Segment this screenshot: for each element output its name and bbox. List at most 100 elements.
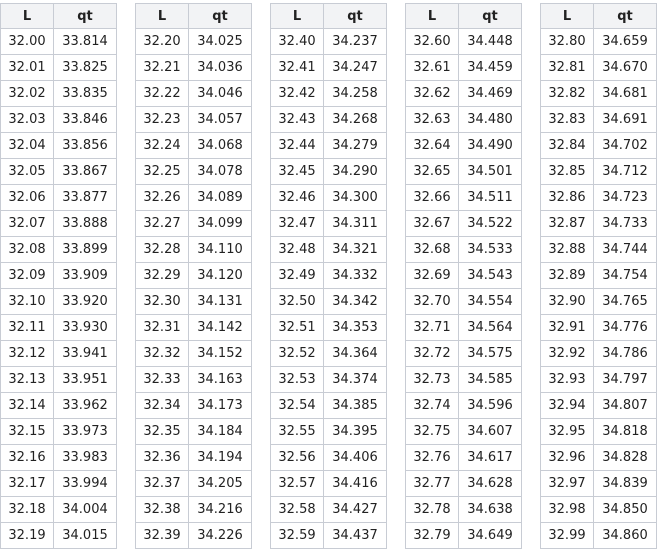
table-row: 32.72 34.575 (405, 340, 522, 367)
table-row: 32.33 34.163 (135, 366, 252, 393)
cell-l: 32.42 (270, 80, 324, 107)
cell-l: 32.48 (270, 236, 324, 263)
table-row: 32.69 34.543 (405, 262, 522, 289)
table-row: 32.12 33.941 (0, 340, 117, 367)
cell-qt: 33.962 (53, 392, 117, 419)
table-row: 32.00 33.814 (0, 28, 117, 55)
table-row: 32.53 34.374 (270, 366, 387, 393)
cell-l: 32.51 (270, 314, 324, 341)
column-header-l: L (540, 3, 594, 29)
table-row: 32.85 34.712 (540, 158, 657, 185)
cell-l: 32.83 (540, 106, 594, 133)
cell-qt: 34.638 (458, 496, 522, 523)
table-row: 32.86 34.723 (540, 184, 657, 211)
cell-l: 32.00 (0, 28, 54, 55)
cell-qt: 34.691 (593, 106, 657, 133)
cell-qt: 33.888 (53, 210, 117, 237)
table-row: 32.39 34.226 (135, 522, 252, 549)
table-row: 32.26 34.089 (135, 184, 252, 211)
cell-qt: 34.226 (188, 522, 252, 549)
table-row: 32.98 34.850 (540, 496, 657, 523)
cell-qt: 34.659 (593, 28, 657, 55)
column-header-qt: qt (188, 3, 252, 29)
cell-l: 32.45 (270, 158, 324, 185)
table-row: 32.91 34.776 (540, 314, 657, 341)
cell-l: 32.99 (540, 522, 594, 549)
cell-qt: 34.046 (188, 80, 252, 107)
cell-l: 32.94 (540, 392, 594, 419)
cell-l: 32.33 (135, 366, 189, 393)
cell-l: 32.60 (405, 28, 459, 55)
cell-qt: 34.385 (323, 392, 387, 419)
cell-qt: 34.585 (458, 366, 522, 393)
column-header-l: L (0, 3, 54, 29)
cell-qt: 34.184 (188, 418, 252, 445)
table-row: 32.21 34.036 (135, 54, 252, 81)
cell-qt: 34.152 (188, 340, 252, 367)
cell-qt: 33.856 (53, 132, 117, 159)
cell-l: 32.86 (540, 184, 594, 211)
cell-l: 32.44 (270, 132, 324, 159)
cell-l: 32.75 (405, 418, 459, 445)
table-row: 32.28 34.110 (135, 236, 252, 263)
cell-l: 32.26 (135, 184, 189, 211)
table-row: 32.95 34.818 (540, 418, 657, 445)
table-row: 32.13 33.951 (0, 366, 117, 393)
cell-qt: 34.469 (458, 80, 522, 107)
cell-l: 32.92 (540, 340, 594, 367)
cell-qt: 34.036 (188, 54, 252, 81)
table-row: 32.05 33.867 (0, 158, 117, 185)
table-row: 32.42 34.258 (270, 80, 387, 107)
cell-l: 32.73 (405, 366, 459, 393)
table-row: 32.74 34.596 (405, 392, 522, 419)
cell-qt: 33.920 (53, 288, 117, 315)
cell-l: 32.23 (135, 106, 189, 133)
cell-qt: 33.973 (53, 418, 117, 445)
cell-qt: 33.877 (53, 184, 117, 211)
table-row: 32.32 34.152 (135, 340, 252, 367)
table-row: 32.59 34.437 (270, 522, 387, 549)
cell-l: 32.74 (405, 392, 459, 419)
table-row: 32.10 33.920 (0, 288, 117, 315)
cell-qt: 34.015 (53, 522, 117, 549)
cell-l: 32.47 (270, 210, 324, 237)
header-row: Lqt (540, 3, 657, 29)
cell-qt: 34.807 (593, 392, 657, 419)
table-row: 32.45 34.290 (270, 158, 387, 185)
cell-l: 32.58 (270, 496, 324, 523)
column-header-qt: qt (593, 3, 657, 29)
table-row: 32.97 34.839 (540, 470, 657, 497)
cell-qt: 34.448 (458, 28, 522, 55)
cell-l: 32.01 (0, 54, 54, 81)
table-row: 32.40 34.237 (270, 28, 387, 55)
cell-l: 32.50 (270, 288, 324, 315)
table-row: 32.20 34.025 (135, 28, 252, 55)
table-row: 32.73 34.585 (405, 366, 522, 393)
cell-qt: 34.818 (593, 418, 657, 445)
cell-l: 32.72 (405, 340, 459, 367)
table-row: 32.17 33.994 (0, 470, 117, 497)
table-row: 32.88 34.744 (540, 236, 657, 263)
table-row: 32.15 33.973 (0, 418, 117, 445)
table-row: 32.54 34.385 (270, 392, 387, 419)
cell-l: 32.34 (135, 392, 189, 419)
cell-l: 32.87 (540, 210, 594, 237)
cell-l: 32.24 (135, 132, 189, 159)
cell-qt: 34.131 (188, 288, 252, 315)
cell-qt: 34.321 (323, 236, 387, 263)
table-row: 32.67 34.522 (405, 210, 522, 237)
cell-qt: 33.825 (53, 54, 117, 81)
cell-l: 32.07 (0, 210, 54, 237)
value-table-2: Lqt 32.20 34.025 32.21 34.036 32.22 34.046 32.2… (135, 3, 252, 549)
cell-l: 32.11 (0, 314, 54, 341)
table-row: 32.66 34.511 (405, 184, 522, 211)
cell-l: 32.95 (540, 418, 594, 445)
cell-qt: 34.258 (323, 80, 387, 107)
cell-l: 32.89 (540, 262, 594, 289)
cell-l: 32.67 (405, 210, 459, 237)
cell-l: 32.19 (0, 522, 54, 549)
cell-qt: 34.237 (323, 28, 387, 55)
cell-qt: 34.268 (323, 106, 387, 133)
cell-l: 32.65 (405, 158, 459, 185)
table-row: 32.41 34.247 (270, 54, 387, 81)
